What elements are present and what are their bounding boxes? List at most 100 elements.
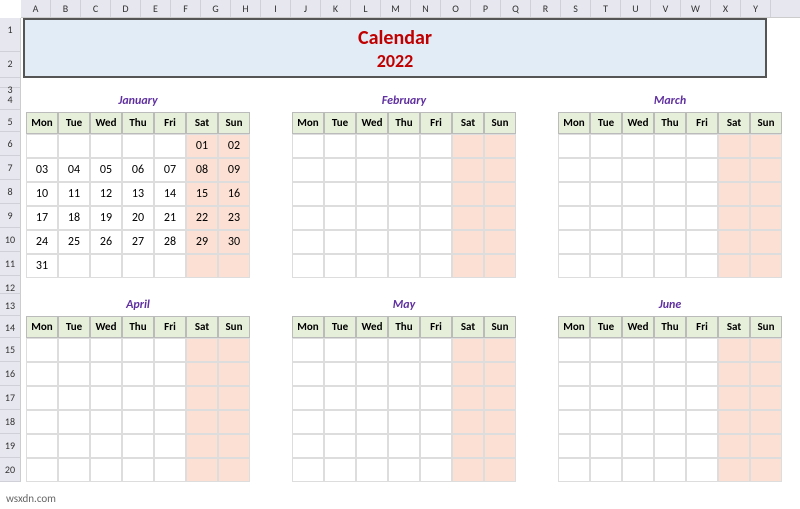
day-cell[interactable] xyxy=(388,158,420,182)
col-header-V[interactable]: V xyxy=(651,0,681,17)
day-cell[interactable] xyxy=(484,206,516,230)
day-cell[interactable] xyxy=(122,254,154,278)
day-cell[interactable] xyxy=(90,362,122,386)
day-cell[interactable] xyxy=(292,338,324,362)
day-cell[interactable] xyxy=(484,230,516,254)
day-cell[interactable] xyxy=(654,434,686,458)
day-cell[interactable] xyxy=(356,230,388,254)
day-cell[interactable]: 29 xyxy=(186,230,218,254)
day-cell[interactable] xyxy=(58,254,90,278)
row-header-10[interactable]: 10 xyxy=(0,228,21,252)
day-cell[interactable] xyxy=(558,158,590,182)
row-header-19[interactable]: 19 xyxy=(0,434,21,458)
day-cell[interactable] xyxy=(484,434,516,458)
day-cell[interactable] xyxy=(292,182,324,206)
day-cell[interactable] xyxy=(452,434,484,458)
day-cell[interactable] xyxy=(452,386,484,410)
day-cell[interactable] xyxy=(356,338,388,362)
day-cell[interactable] xyxy=(90,134,122,158)
day-cell[interactable] xyxy=(484,410,516,434)
day-cell[interactable] xyxy=(452,410,484,434)
day-cell[interactable] xyxy=(356,458,388,482)
day-cell[interactable] xyxy=(90,338,122,362)
day-cell[interactable] xyxy=(388,182,420,206)
row-header-7[interactable]: 7 xyxy=(0,156,21,180)
day-cell[interactable]: 22 xyxy=(186,206,218,230)
day-cell[interactable] xyxy=(750,410,782,434)
day-cell[interactable] xyxy=(654,182,686,206)
day-cell[interactable] xyxy=(388,254,420,278)
day-cell[interactable] xyxy=(484,134,516,158)
day-cell[interactable] xyxy=(718,230,750,254)
day-cell[interactable] xyxy=(356,386,388,410)
day-cell[interactable] xyxy=(452,254,484,278)
day-cell[interactable] xyxy=(452,338,484,362)
day-cell[interactable] xyxy=(718,386,750,410)
day-cell[interactable]: 11 xyxy=(58,182,90,206)
day-cell[interactable] xyxy=(558,458,590,482)
day-cell[interactable] xyxy=(122,362,154,386)
day-cell[interactable] xyxy=(420,158,452,182)
col-header-G[interactable]: G xyxy=(201,0,231,17)
day-cell[interactable] xyxy=(686,206,718,230)
day-cell[interactable] xyxy=(292,254,324,278)
day-cell[interactable] xyxy=(420,410,452,434)
day-cell[interactable] xyxy=(218,458,250,482)
row-header-15[interactable]: 15 xyxy=(0,338,21,362)
row-header-16[interactable]: 16 xyxy=(0,362,21,386)
day-cell[interactable] xyxy=(324,230,356,254)
day-cell[interactable] xyxy=(718,206,750,230)
row-header-18[interactable]: 18 xyxy=(0,410,21,434)
day-cell[interactable] xyxy=(750,254,782,278)
row-header-17[interactable]: 17 xyxy=(0,386,21,410)
col-header-C[interactable]: C xyxy=(81,0,111,17)
day-cell[interactable] xyxy=(622,386,654,410)
day-cell[interactable] xyxy=(218,338,250,362)
day-cell[interactable] xyxy=(122,434,154,458)
day-cell[interactable] xyxy=(388,458,420,482)
day-cell[interactable] xyxy=(622,338,654,362)
day-cell[interactable]: 27 xyxy=(122,230,154,254)
day-cell[interactable]: 21 xyxy=(154,206,186,230)
day-cell[interactable] xyxy=(484,338,516,362)
day-cell[interactable]: 19 xyxy=(90,206,122,230)
col-header-I[interactable]: I xyxy=(261,0,291,17)
day-cell[interactable] xyxy=(324,206,356,230)
day-cell[interactable]: 06 xyxy=(122,158,154,182)
day-cell[interactable] xyxy=(356,410,388,434)
day-cell[interactable] xyxy=(356,158,388,182)
day-cell[interactable] xyxy=(590,158,622,182)
day-cell[interactable] xyxy=(686,158,718,182)
day-cell[interactable] xyxy=(420,206,452,230)
day-cell[interactable] xyxy=(654,206,686,230)
day-cell[interactable] xyxy=(750,206,782,230)
day-cell[interactable] xyxy=(452,158,484,182)
day-cell[interactable] xyxy=(622,182,654,206)
day-cell[interactable] xyxy=(622,434,654,458)
day-cell[interactable] xyxy=(622,206,654,230)
day-cell[interactable] xyxy=(420,230,452,254)
day-cell[interactable]: 01 xyxy=(186,134,218,158)
col-header-K[interactable]: K xyxy=(321,0,351,17)
day-cell[interactable] xyxy=(356,362,388,386)
row-header-14[interactable]: 14 xyxy=(0,316,21,338)
day-cell[interactable]: 23 xyxy=(218,206,250,230)
day-cell[interactable]: 15 xyxy=(186,182,218,206)
day-cell[interactable] xyxy=(558,410,590,434)
day-cell[interactable] xyxy=(154,362,186,386)
day-cell[interactable] xyxy=(186,386,218,410)
col-header-R[interactable]: R xyxy=(531,0,561,17)
day-cell[interactable] xyxy=(218,434,250,458)
day-cell[interactable] xyxy=(452,134,484,158)
day-cell[interactable] xyxy=(356,182,388,206)
day-cell[interactable] xyxy=(324,410,356,434)
day-cell[interactable] xyxy=(420,458,452,482)
col-header-E[interactable]: E xyxy=(141,0,171,17)
day-cell[interactable] xyxy=(452,458,484,482)
day-cell[interactable] xyxy=(590,206,622,230)
day-cell[interactable] xyxy=(324,434,356,458)
day-cell[interactable]: 26 xyxy=(90,230,122,254)
day-cell[interactable] xyxy=(90,386,122,410)
day-cell[interactable]: 25 xyxy=(58,230,90,254)
day-cell[interactable] xyxy=(58,434,90,458)
